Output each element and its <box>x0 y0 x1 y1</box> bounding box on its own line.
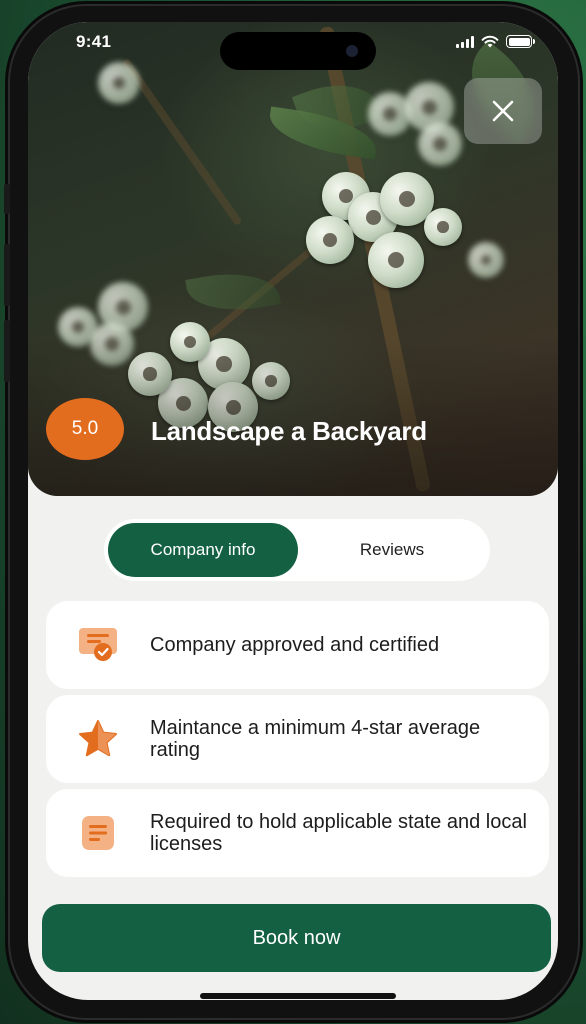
status-time: 9:41 <box>76 32 112 51</box>
app-screen: 9:41 5.0 Landscape a Backyard Company in… <box>28 22 558 1000</box>
feature-card-certified: Company approved and certified <box>46 601 549 689</box>
mute-switch <box>4 184 10 214</box>
cellular-signal-icon <box>456 35 474 48</box>
tab-reviews[interactable]: Reviews <box>298 523 486 577</box>
close-icon <box>492 100 514 122</box>
rating-badge: 5.0 <box>46 398 124 460</box>
home-indicator[interactable] <box>200 993 396 999</box>
feature-text: Company approved and certified <box>150 634 440 656</box>
feature-card-rating: Maintance a minimum 4-star average ratin… <box>46 695 549 783</box>
book-now-button[interactable]: Book now <box>42 904 551 972</box>
star-icon <box>79 720 117 757</box>
feature-card-licenses: Required to hold applicable state and lo… <box>46 789 549 877</box>
volume-up-button <box>4 244 10 306</box>
tab-company-info[interactable]: Company info <box>108 523 298 577</box>
document-icon <box>82 816 114 850</box>
status-bar: 9:41 <box>28 22 558 70</box>
certificate-icon <box>79 628 117 661</box>
battery-icon <box>506 35 535 48</box>
feature-text: Required to hold applicable state and lo… <box>150 811 527 855</box>
feature-text: Maintance a minimum 4-star average ratin… <box>150 717 481 761</box>
wifi-icon <box>481 35 499 48</box>
page-title: Landscape a Backyard <box>151 416 427 446</box>
tab-switcher: Company info Reviews <box>104 519 490 581</box>
volume-down-button <box>4 320 10 382</box>
close-button[interactable] <box>464 78 542 144</box>
dynamic-island <box>220 32 376 70</box>
